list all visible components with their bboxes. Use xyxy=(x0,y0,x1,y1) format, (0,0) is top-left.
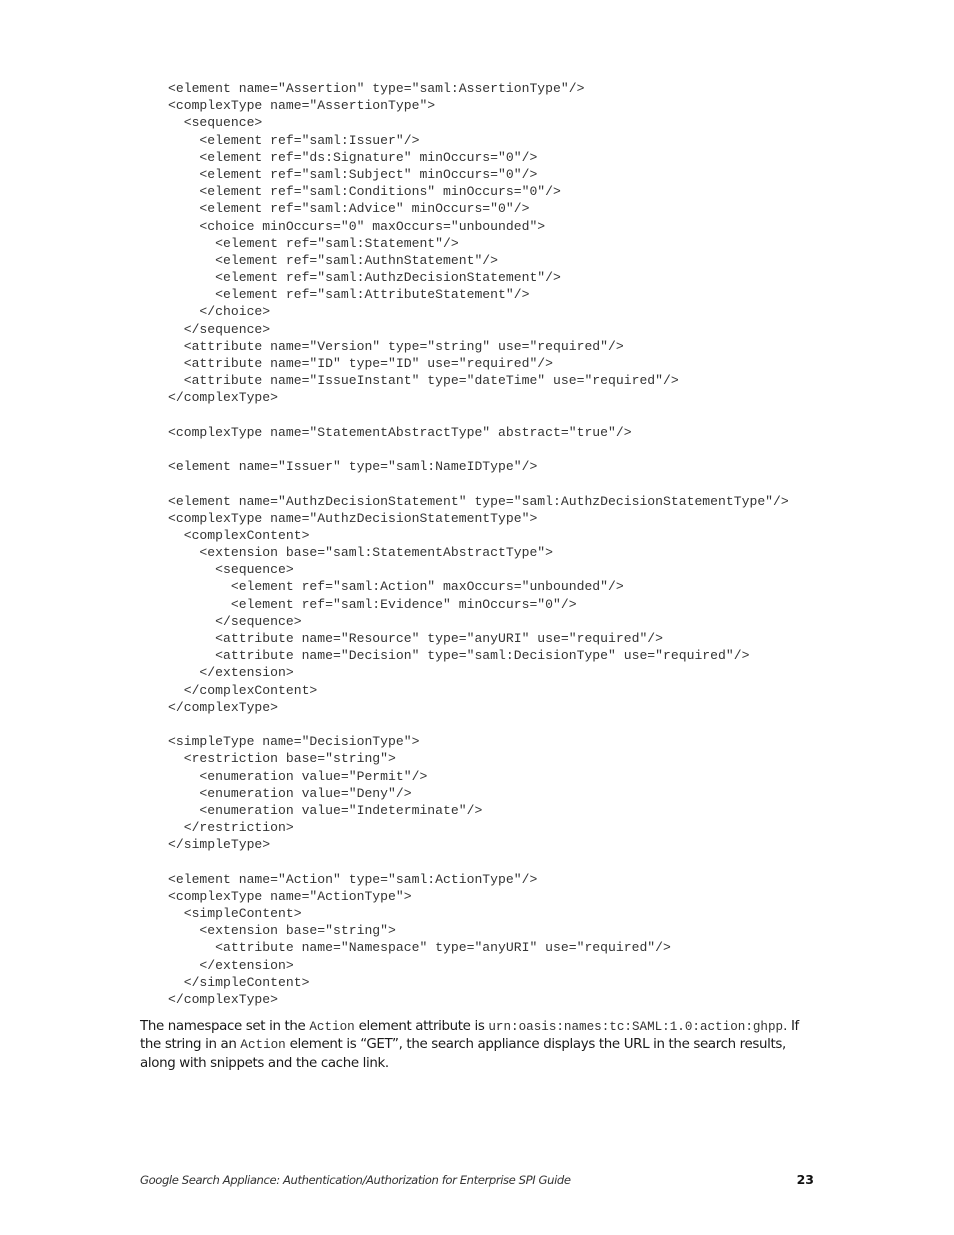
code-line: <extension base="saml:StatementAbstractT… xyxy=(168,545,554,561)
code-line: <element ref="saml:Conditions" minOccurs… xyxy=(168,184,561,200)
paragraph-text: element attribute is xyxy=(354,1019,489,1034)
code-line: <element ref="saml:AuthzDecisionStatemen… xyxy=(168,270,561,286)
code-line: <attribute name="Decision" type="saml:De… xyxy=(168,648,750,664)
paragraph-text: The namespace set in the xyxy=(140,1019,310,1034)
code-line: <complexType name="ActionType"> xyxy=(168,888,412,904)
code-line: <element name="AuthzDecisionStatement" t… xyxy=(168,493,789,509)
code-line: <attribute name="IssueInstant" type="dat… xyxy=(168,373,679,389)
code-line: <sequence> xyxy=(168,115,263,131)
footer-document-title: Google Search Appliance: Authentication/… xyxy=(140,1173,571,1187)
code-line: <element name="Assertion" type="saml:Ass… xyxy=(168,81,585,96)
code-line: <element ref="ds:Signature" minOccurs="0… xyxy=(168,149,538,165)
code-line: <element ref="saml:Advice" minOccurs="0"… xyxy=(168,201,530,217)
code-line: <element ref="saml:Evidence" minOccurs="… xyxy=(168,596,577,612)
code-line: <complexType name="AuthzDecisionStatemen… xyxy=(168,510,538,526)
code-line: <element ref="saml:Statement"/> xyxy=(168,235,459,251)
code-line: <attribute name="Resource" type="anyURI"… xyxy=(168,631,664,646)
code-line: <element name="Action" type="saml:Action… xyxy=(168,871,538,887)
inline-code-namespace-urn: urn:oasis:names:tc:SAML:1.0:action:ghpp xyxy=(488,1020,784,1034)
code-line: <element ref="saml:Issuer"/> xyxy=(168,132,420,148)
code-line: <complexType name="StatementAbstractType… xyxy=(168,424,632,440)
code-line: <attribute name="Version" type="string" … xyxy=(168,338,624,354)
document-page: <element name="Assertion" type="saml:Ass… xyxy=(0,0,954,1235)
code-line: </sequence> xyxy=(168,613,302,629)
code-line: <attribute name="Namespace" type="anyURI… xyxy=(168,940,671,956)
code-line: <enumeration value="Indeterminate"/> xyxy=(168,802,483,818)
code-line: </extension> xyxy=(168,957,294,973)
code-line: <simpleContent> xyxy=(168,906,302,921)
code-line: <complexType name="AssertionType"> xyxy=(168,98,436,114)
code-line: </extension> xyxy=(168,665,294,681)
inline-code-action: Action xyxy=(240,1038,286,1053)
code-line: <attribute name="ID" type="ID" use="requ… xyxy=(168,356,554,371)
code-line: <element ref="saml:AttributeStatement"/> xyxy=(168,287,530,303)
code-line: </complexType> xyxy=(168,991,279,1007)
code-line: <extension base="string"> xyxy=(168,923,396,939)
footer-page-number: 23 xyxy=(796,1172,814,1187)
code-line: <choice minOccurs="0" maxOccurs="unbound… xyxy=(168,218,546,234)
action-namespace-paragraph: The namespace set in the Action element … xyxy=(140,1018,820,1072)
code-line: <element ref="saml:Subject" minOccurs="0… xyxy=(168,166,538,182)
code-line: <element name="Issuer" type="saml:NameID… xyxy=(168,459,538,475)
code-line: <restriction base="string"> xyxy=(168,751,396,767)
code-line: <sequence> xyxy=(168,562,294,578)
code-line: <element ref="saml:AuthnStatement"/> xyxy=(168,252,499,268)
code-line: <enumeration value="Deny"/> xyxy=(168,785,412,801)
inline-code-action: Action xyxy=(309,1020,355,1034)
code-line: </complexType> xyxy=(168,699,279,715)
code-line: <complexContent> xyxy=(168,527,310,543)
code-line: </simpleType> xyxy=(168,837,271,853)
xml-schema-code-block: <element name="Assertion" type="saml:Ass… xyxy=(168,80,789,1008)
code-line: </restriction> xyxy=(168,820,294,836)
code-line: </complexType> xyxy=(168,390,279,406)
code-line: </complexContent> xyxy=(168,682,318,698)
code-line: </choice> xyxy=(168,304,271,320)
code-line: <element ref="saml:Action" maxOccurs="un… xyxy=(168,579,624,595)
code-line: </sequence> xyxy=(168,321,271,337)
code-line: <enumeration value="Permit"/> xyxy=(168,768,428,784)
code-line: </simpleContent> xyxy=(168,974,310,990)
code-line: <simpleType name="DecisionType"> xyxy=(168,734,420,750)
